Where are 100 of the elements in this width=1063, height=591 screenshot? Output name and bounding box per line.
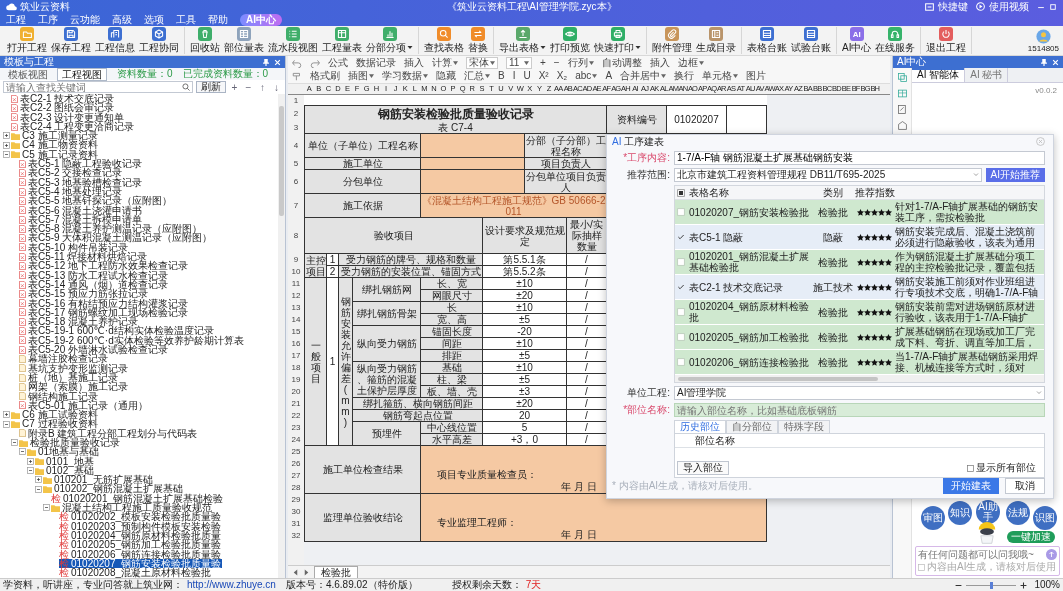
part-field[interactable]: 请输入部位名称，比如基础底板钢筋 [674,403,1045,418]
toolbar-button[interactable]: 查找表格 [422,27,466,54]
next-sheet-icon[interactable] [303,568,310,576]
table-icon[interactable] [897,89,907,98]
fill-in-cell[interactable] [421,158,525,170]
tree-item[interactable]: 0102_基础 [35,465,95,476]
format-button[interactable]: B [498,70,505,82]
toolbar-button[interactable]: 替换 [466,27,490,54]
send-icon[interactable] [1046,549,1057,560]
checkbox-icon[interactable] [967,464,974,472]
expander-icon[interactable] [3,420,10,428]
row-header[interactable]: 17 [288,349,304,361]
scrollbar[interactable] [278,94,285,578]
checkbox[interactable] [677,283,685,292]
tree-item[interactable]: 表C5-14 通风（烟）道检查记录 [19,279,169,290]
row-header[interactable]: 15 [288,325,304,337]
tree-item[interactable]: 表C5-3 地基验槽检查记录 [19,177,144,187]
tree-item[interactable]: C7 过程验收资料 [11,419,99,429]
tree-item[interactable]: 010201_无筋扩展基础 [43,475,154,485]
avatar-icon[interactable] [1035,28,1051,44]
tree-item[interactable]: 表C5-8 混凝土养护测温记录（应附图） [19,224,204,234]
restore-icon[interactable] [1049,2,1057,11]
format-menu[interactable]: 边框 [677,57,704,69]
tree-item[interactable]: 表C5-4 地基处理记录 [19,186,124,197]
tree-item[interactable]: 表C5-13 防水工程试水检查记录 [19,270,169,280]
tree-item[interactable]: 表C2-1 技术交底记录 [11,94,116,104]
menu-item[interactable]: 工程 [6,13,26,26]
part-tab[interactable]: 历史部位 [674,420,726,434]
toolbar-button[interactable]: 附件管理 [650,27,694,54]
expander-icon[interactable] [35,485,42,493]
format-button[interactable]: 换行 [674,70,695,82]
row-header[interactable]: 1 [288,95,304,105]
tree-item[interactable]: C5 施工记录资料 [11,149,99,160]
toolbar-button[interactable]: 工程量表 [320,27,364,54]
format-button[interactable]: − [553,57,560,69]
row-header[interactable]: 19 [288,373,304,385]
row-header[interactable]: 31 [288,517,304,529]
tree-item[interactable]: C4 施工物资资料 [11,140,99,150]
part-tab[interactable]: 自分部位 [726,420,778,434]
website-link[interactable]: http://www.zhuye.cn [187,579,276,591]
row-header[interactable]: 2 [288,105,304,121]
tree-item[interactable]: 01地基与基础 [27,447,101,457]
tree-item[interactable]: 检 01020201_钢筋混凝土扩展基础检验 [51,493,225,504]
checkbox-icon[interactable] [918,563,925,571]
toolbar-button[interactable]: 部位量表 [222,27,266,54]
format-button[interactable]: X₂ [556,70,568,82]
toolbar-button[interactable]: 保存工程 [49,27,93,54]
row-header[interactable]: 27 [288,469,304,481]
toolbar-button[interactable]: 打印预览 [548,27,592,54]
format-select[interactable]: 11 [506,57,532,69]
expander-icon[interactable] [11,439,18,447]
checkbox[interactable] [677,258,685,267]
tree-action-button[interactable]: + [229,81,240,93]
row-header[interactable]: 11 [288,277,304,289]
checkbox[interactable] [677,333,685,342]
tree-item[interactable]: 基坑支护变形监测记录 [19,363,129,373]
row-header[interactable]: 28 [288,481,304,493]
toolbar-button[interactable]: 试验台账 [789,27,833,54]
format-menu[interactable]: abc [575,70,598,82]
tree-item[interactable]: 表C2-4 工程变更洽商记录 [11,121,136,132]
tree-item[interactable]: 表C5-20 外墙淋水试验检查记录 [19,345,169,355]
row-header[interactable]: 22 [288,409,304,421]
format-button[interactable]: X² [538,70,549,82]
tree-item[interactable]: 表C5-9 大体积混凝土测温记录（应附图） [19,233,214,243]
format-button[interactable]: A [605,70,613,82]
scrollbar[interactable] [675,375,1044,383]
tree-item[interactable]: 表C5-19-2 600℃·d实体检验等效养护龄期计算表 [19,335,245,345]
row-header[interactable]: 20 [288,385,304,397]
tree-item[interactable]: 检 01020202_模板安装检验批质量验 [59,512,223,522]
format-button[interactable]: 隐藏 [436,70,456,82]
format-button[interactable]: 插入 [404,57,424,69]
format-menu[interactable]: 学习数据 [382,70,428,82]
title-link[interactable]: 使用视频 [989,0,1029,13]
tree-item[interactable]: 表C5-18 混凝土养护记录 [19,317,139,327]
fill-in-cell[interactable] [421,170,525,194]
row-header[interactable]: 16 [288,337,304,349]
import-button[interactable]: 导入部位 [677,461,729,475]
fill-in-cell[interactable] [421,134,525,158]
checkbox[interactable] [677,308,685,317]
row-header[interactable]: 24 [288,433,304,445]
row-header[interactable]: 18 [288,361,304,373]
scope-select[interactable]: 北京市建筑工程资料管理规程 DB11/T695-2025 [674,168,982,183]
expander-icon[interactable] [3,150,10,158]
toolbar-button[interactable]: 退出工程 [924,27,969,54]
format-menu[interactable]: 单元格 [702,70,739,82]
format-select[interactable]: 宋体 [466,57,498,69]
tree-item[interactable]: 网架（索膜）施工记录 [19,382,129,392]
tree-item[interactable]: 表C5-19-1 600℃·d结构实体检验温度记录 [19,326,215,336]
checkbox[interactable] [677,358,685,367]
toolbar-button[interactable]: 表格台账 [745,27,789,54]
tree-item[interactable]: 010202_钢筋混凝土扩展基础 [43,484,184,494]
row-header[interactable]: 13 [288,301,304,313]
tree-item[interactable]: 检验批质量验收记录 [19,438,121,448]
toolbar-button[interactable]: 工程信息 [93,27,137,54]
checkbox[interactable] [677,233,685,242]
menu-item[interactable]: 工序 [38,13,58,26]
row-header[interactable]: 7 [288,193,304,217]
tree-item[interactable]: 幕墙注胶检查记录 [19,354,109,364]
tree-item[interactable]: 钢结构施工记录 [19,391,99,401]
pin-icon[interactable] [263,58,269,66]
